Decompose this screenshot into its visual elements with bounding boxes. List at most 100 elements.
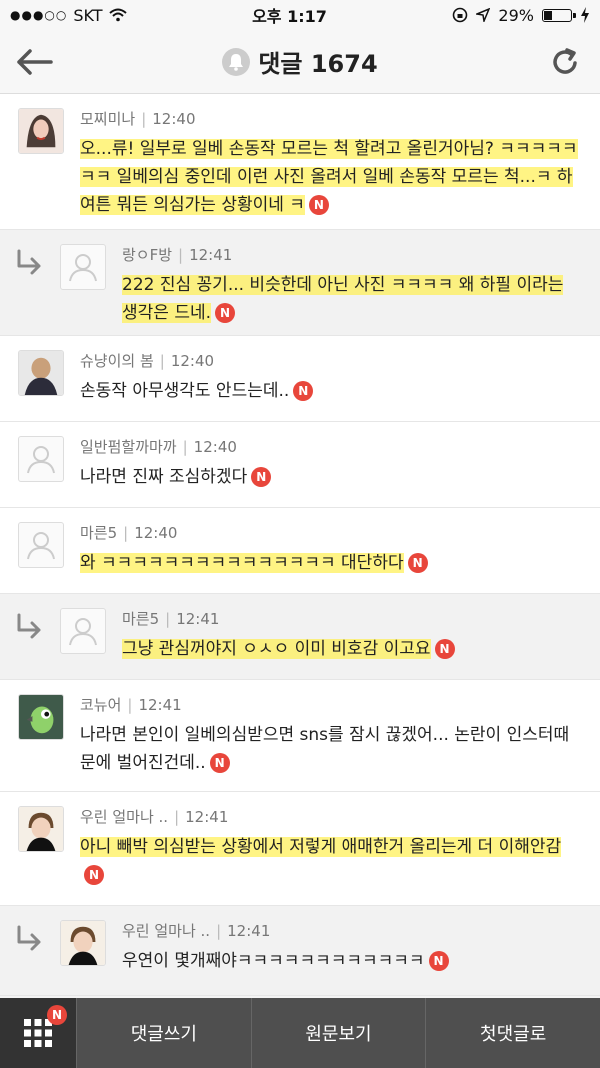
comment-text: 222 진심 꽁기... 비슷한데 아닌 사진 ㅋㅋㅋㅋ 왜 하필 이라는 생각… (122, 271, 584, 327)
comment-time: 12:41 (138, 695, 182, 714)
comment-text: 오...류! 일부로 일베 손동작 모르는 척 할려고 올린거아님? ㅋㅋㅋㅋㅋ… (80, 135, 584, 219)
title-wrap: 댓글 1674 (222, 44, 378, 79)
menu-button[interactable]: N (0, 998, 76, 1068)
comment-meta: 우린 얼마나 .. | 12:41 (80, 806, 584, 827)
location-icon (476, 8, 491, 22)
battery-fill (543, 10, 552, 20)
comment-body: 나라면 진짜 조심하겠다 (80, 467, 248, 487)
default-avatar-icon[interactable] (18, 436, 64, 482)
comment-body: 나라면 본인이 일베의심받으면 sns를 잠시 끊겠어... 논란이 인스터때문… (80, 725, 570, 773)
comment-author[interactable]: 우린 얼마나 .. (122, 920, 210, 941)
refresh-button[interactable] (544, 40, 588, 84)
comment-body: 우연이 몇개째야ㅋㅋㅋㅋㅋㅋㅋㅋㅋㅋㅋㅋ (122, 951, 425, 971)
comment-body: 손동작 아무생각도 안드는데.. (80, 381, 290, 401)
meta-separator: | (127, 695, 133, 714)
comment-meta: 일반펌할까마까 | 12:40 (80, 436, 584, 457)
comment-author[interactable]: 모찌미나 (80, 108, 135, 129)
comment-item[interactable]: 슈냥이의 봄 | 12:40 손동작 아무생각도 안드는데.. N (0, 336, 600, 422)
comment-item[interactable]: 모찌미나 | 12:40 오...류! 일부로 일베 손동작 모르는 척 할려고 올… (0, 94, 600, 230)
refresh-icon (553, 47, 577, 74)
new-badge: N (434, 639, 455, 659)
comment-item[interactable]: 우린 얼마나 .. | 12:41 아니 빼박 의심받는 상황에서 저렇게 애매한거… (0, 792, 600, 906)
battery-icon (541, 8, 576, 22)
comment-author[interactable]: 슈냥이의 봄 (80, 350, 154, 371)
default-avatar-icon[interactable] (60, 608, 106, 654)
comment-author[interactable]: 코뉴어 (80, 694, 121, 715)
menu-new-badge: N (47, 1005, 67, 1025)
default-avatar-icon[interactable] (60, 244, 106, 290)
meta-separator: | (182, 437, 188, 456)
comment-meta: 슈냥이의 봄 | 12:40 (80, 350, 584, 371)
clock: 오후 1:17 (252, 7, 327, 26)
reply-arrow-icon (17, 925, 41, 951)
bell-icon[interactable] (222, 47, 251, 76)
comment-body: 그냥 관심꺼야지 ㅇㅅㅇ 이미 비호감 이고요 (122, 639, 431, 659)
comment-author[interactable]: 마른5 (122, 608, 159, 629)
avatar[interactable] (18, 806, 64, 852)
avatar[interactable] (60, 920, 106, 966)
comment-list: 모찌미나 | 12:40 오...류! 일부로 일베 손동작 모르는 척 할려고 올… (0, 94, 600, 996)
new-badge: N (84, 865, 104, 885)
comment-author[interactable]: 일반펌할까마까 (80, 436, 177, 457)
back-button[interactable] (12, 40, 56, 84)
comment-author[interactable]: 우린 얼마나 .. (80, 806, 168, 827)
first-comment-button[interactable]: 첫댓글로 (425, 998, 600, 1068)
reply-arrow-icon (17, 249, 41, 275)
new-badge: N (215, 303, 236, 323)
carrier-label: SKT (73, 5, 103, 25)
comment-text: 나라면 진짜 조심하겠다 N (80, 463, 584, 491)
comment-body: 222 진심 꽁기... 비슷한데 아닌 사진 ㅋㅋㅋㅋ 왜 하필 이라는 생각… (122, 275, 564, 323)
new-badge: N (428, 951, 449, 971)
battery-percent: 29% (498, 5, 534, 25)
new-badge: N (251, 467, 272, 487)
comment-text: 우연이 몇개째야ㅋㅋㅋㅋㅋㅋㅋㅋㅋㅋㅋㅋ N (122, 947, 584, 975)
comment-text: 아니 빼박 의심받는 상황에서 저렇게 애매한거 올리는게 더 이해안감 N (80, 833, 584, 889)
comment-body: 아니 빼박 의심받는 상황에서 저렇게 애매한거 올리는게 더 이해안감 (80, 837, 562, 857)
comment-time: 12:40 (152, 109, 196, 128)
signal-dots-icon: ●●●○○ (10, 8, 68, 22)
status-left: ●●●○○ SKT (10, 6, 127, 25)
comment-body: 와 ㅋㅋㅋㅋㅋㅋㅋㅋㅋㅋㅋㅋㅋㅋㅋ 대단하다 (80, 553, 404, 573)
header: 댓글 1674 (0, 30, 600, 94)
comment-reply-item[interactable]: 랑ㅇF방 | 12:41 222 진심 꽁기... 비슷한데 아닌 사진 ㅋㅋㅋㅋ … (0, 230, 600, 336)
comment-reply-item[interactable]: 우린 얼마나 .. | 12:41 우연이 몇개째야ㅋㅋㅋㅋㅋㅋㅋㅋㅋㅋㅋㅋ N (0, 906, 600, 996)
status-bar: ●●●○○ SKT 오후 1:17 29% (0, 0, 600, 30)
comment-time: 12:41 (176, 609, 220, 628)
comment-time: 12:41 (189, 245, 233, 264)
default-avatar-icon[interactable] (18, 522, 64, 568)
avatar[interactable] (18, 694, 64, 740)
meta-separator: | (216, 921, 222, 940)
new-badge: N (209, 753, 230, 773)
comment-meta: 코뉴어 | 12:41 (80, 694, 584, 715)
comment-meta: 우린 얼마나 .. | 12:41 (122, 920, 584, 941)
comment-author[interactable]: 마른5 (80, 522, 117, 543)
reply-arrow-icon (17, 613, 41, 639)
write-comment-button[interactable]: 댓글쓰기 (76, 998, 251, 1068)
comment-text: 와 ㅋㅋㅋㅋㅋㅋㅋㅋㅋㅋㅋㅋㅋㅋㅋ 대단하다 N (80, 549, 584, 577)
comment-text: 손동작 아무생각도 안드는데.. N (80, 377, 584, 405)
comment-time: 12:41 (185, 807, 229, 826)
meta-separator: | (174, 807, 180, 826)
new-badge: N (407, 553, 428, 573)
avatar[interactable] (18, 350, 64, 396)
comment-item[interactable]: 일반펌할까마까 | 12:40 나라면 진짜 조심하겠다 N (0, 422, 600, 508)
comment-text: 나라면 본인이 일베의심받으면 sns를 잠시 끊겠어... 논란이 인스터때문… (80, 721, 584, 777)
meta-separator: | (123, 523, 129, 542)
comment-meta: 모찌미나 | 12:40 (80, 108, 584, 129)
comment-time: 12:40 (170, 351, 215, 370)
page-title: 댓글 1674 (258, 50, 378, 78)
comment-item[interactable]: 코뉴어 | 12:41 나라면 본인이 일베의심받으면 sns를 잠시 끊겠어...… (0, 680, 600, 792)
meta-separator: | (165, 609, 171, 628)
avatar[interactable] (18, 108, 64, 154)
meta-separator: | (141, 109, 147, 128)
view-original-button[interactable]: 원문보기 (250, 998, 426, 1068)
new-badge: N (293, 381, 314, 401)
comment-meta: 마른5 | 12:41 (122, 608, 584, 629)
comment-reply-item[interactable]: 마른5 | 12:41 그냥 관심꺼야지 ㅇㅅㅇ 이미 비호감 이고요 N (0, 594, 600, 680)
comment-item[interactable]: 마른5 | 12:40 와 ㅋㅋㅋㅋㅋㅋㅋㅋㅋㅋㅋㅋㅋㅋㅋ 대단하다 N (0, 508, 600, 594)
comment-author[interactable]: 랑ㅇF방 (122, 244, 172, 265)
comment-time: 12:40 (134, 523, 178, 542)
comment-meta: 마른5 | 12:40 (80, 522, 584, 543)
status-right: 29% (452, 6, 590, 25)
grid-menu-icon (24, 1019, 52, 1047)
